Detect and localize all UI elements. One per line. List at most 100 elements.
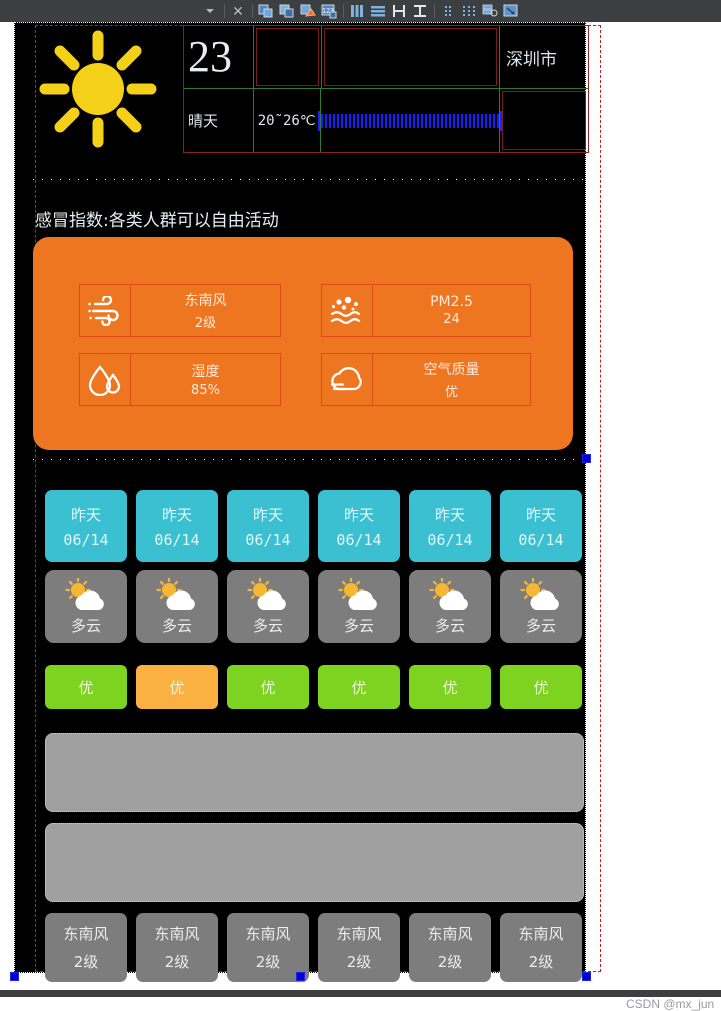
- metric-value-group: 东南风 2级: [131, 284, 281, 337]
- distribute-horizontal-button[interactable]: [389, 1, 410, 21]
- forecast-aqi-cell[interactable]: 优: [500, 665, 582, 709]
- temperature-chart-placeholder-high[interactable]: [45, 733, 584, 812]
- forecast-wind-cell[interactable]: 东南风 2级: [409, 913, 491, 982]
- forecast-wind-cell[interactable]: 东南风 2级: [136, 913, 218, 982]
- metric-air-quality[interactable]: 空气质量 优: [321, 353, 531, 406]
- metric-value: 2级: [194, 316, 217, 331]
- forecast-aqi-cell[interactable]: 优: [318, 665, 400, 709]
- distribute-horizontal-icon: [393, 5, 405, 17]
- forecast-day-row: 昨天 06/14 昨天 06/14 昨天 06/14 昨天 06/14 昨天 06/14 …: [45, 490, 591, 562]
- metric-humidity[interactable]: 湿度 85%: [79, 353, 281, 406]
- forecast-wind-cell[interactable]: 东南风 2级: [318, 913, 400, 982]
- temp-range-cell: 20˜26℃: [254, 89, 322, 152]
- selection-handle-bottom-right[interactable]: [582, 972, 591, 981]
- align-shape-button[interactable]: [298, 1, 319, 21]
- forecast-wind-row: 东南风 2级 东南风 2级 东南风 2级 东南风 2级 东南风 2级 东南风 2级: [45, 913, 591, 982]
- forecast-condition-cell[interactable]: 多云: [45, 570, 127, 643]
- cell-inner-border: [324, 28, 497, 86]
- temperature-chart-placeholder-low[interactable]: [45, 823, 584, 902]
- forecast-aqi-cell[interactable]: 优: [227, 665, 309, 709]
- dropdown-caret-button[interactable]: [200, 1, 221, 21]
- temp-range-text: 20˜26℃: [257, 112, 316, 129]
- distribute-vertical-button[interactable]: [410, 1, 431, 21]
- forecast-condition-cell[interactable]: 多云: [318, 570, 400, 643]
- forecast-day-cell[interactable]: 昨天 06/14: [500, 490, 582, 562]
- condition-card: 多云: [227, 570, 309, 643]
- condition-card: 多云: [500, 570, 582, 643]
- numbering-button[interactable]: 123: [319, 1, 340, 21]
- forecast-condition-cell[interactable]: 多云: [409, 570, 491, 643]
- design-canvas[interactable]: 23 深圳市 晴天 20˜26℃ 感冒指数:各类人群可以自由活动 东南风 2级 …: [0, 22, 721, 1011]
- distribute-vertical-icon: [414, 5, 426, 17]
- close-button[interactable]: ✕: [228, 1, 249, 21]
- wind-direction: 东南风: [63, 925, 109, 943]
- numbering-123-icon: 123: [321, 4, 337, 18]
- wind-card: 东南风 2级: [318, 913, 400, 982]
- wind-direction: 东南风: [336, 925, 382, 943]
- sun-cloud-icon: [65, 577, 104, 610]
- toolbar-divider: [342, 4, 344, 18]
- forecast-aqi-cell[interactable]: 优: [136, 665, 218, 709]
- wind-direction: 东南风: [518, 925, 564, 943]
- day-date: 06/14: [63, 530, 109, 549]
- selection-handle-bottom-center[interactable]: [296, 972, 305, 981]
- sun-cloud-icon: [338, 577, 377, 610]
- metric-value: 85%: [191, 383, 220, 398]
- day-card: 昨天 06/14: [136, 490, 218, 562]
- resize-diagonal-button[interactable]: [501, 1, 522, 21]
- rows-button[interactable]: [368, 1, 389, 21]
- phone-preview-frame[interactable]: 23 深圳市 晴天 20˜26℃ 感冒指数:各类人群可以自由活动 东南风 2级 …: [14, 22, 601, 982]
- selection-handle-right[interactable]: [582, 454, 591, 463]
- aqi-card: 优: [409, 665, 491, 709]
- selection-handle-bottom-left[interactable]: [10, 972, 19, 981]
- forecast-aqi-cell[interactable]: 优: [45, 665, 127, 709]
- condition-label: 多云: [252, 616, 283, 635]
- condition-label: 多云: [343, 616, 374, 635]
- grid-2col-button[interactable]: [438, 1, 459, 21]
- wind-level: 2级: [346, 953, 372, 971]
- align-shape-icon: [300, 4, 316, 17]
- day-card: 昨天 06/14: [409, 490, 491, 562]
- forecast-condition-cell[interactable]: 多云: [500, 570, 582, 643]
- toolbar-divider: [251, 4, 253, 18]
- grid-2col-icon: [445, 6, 451, 16]
- aqi-card: 优: [136, 665, 218, 709]
- group-layers-button[interactable]: [480, 1, 501, 21]
- wind-level: 2级: [164, 953, 190, 971]
- rows-icon: [371, 6, 385, 17]
- flu-index-text: 感冒指数:各类人群可以自由活动: [35, 211, 279, 231]
- columns-button[interactable]: [347, 1, 368, 21]
- aqi-label: 优: [351, 678, 367, 697]
- align-left-button[interactable]: [256, 1, 277, 21]
- aqi-card: 优: [500, 665, 582, 709]
- forecast-day-cell[interactable]: 昨天 06/14: [136, 490, 218, 562]
- forecast-day-cell[interactable]: 昨天 06/14: [318, 490, 400, 562]
- day-card: 昨天 06/14: [45, 490, 127, 562]
- align-right-button[interactable]: [277, 1, 298, 21]
- forecast-wind-cell[interactable]: 东南风 2级: [500, 913, 582, 982]
- temperature-cell: 23: [184, 26, 254, 88]
- metric-wind[interactable]: 东南风 2级: [79, 284, 281, 337]
- cell-inner-border: [502, 91, 586, 150]
- section-divider-bottom: [33, 459, 589, 460]
- wind-level: 2级: [73, 953, 99, 971]
- metric-pm25[interactable]: PM2.5 24: [321, 284, 531, 337]
- forecast-condition-cell[interactable]: 多云: [227, 570, 309, 643]
- condition-label: 多云: [434, 616, 465, 635]
- forecast-aqi-cell[interactable]: 优: [409, 665, 491, 709]
- aqi-label: 优: [260, 678, 276, 697]
- wind-direction: 东南风: [427, 925, 473, 943]
- day-card: 昨天 06/14: [227, 490, 309, 562]
- city-name: 深圳市: [506, 49, 557, 70]
- metrics-grid: 东南风 2级 PM2.5 24 湿度 85% 空气质量 优: [79, 284, 531, 406]
- metric-label: 湿度: [191, 364, 220, 380]
- forecast-condition-cell[interactable]: 多云: [136, 570, 218, 643]
- forecast-day-cell[interactable]: 昨天 06/14: [227, 490, 309, 562]
- forecast-day-cell[interactable]: 昨天 06/14: [409, 490, 491, 562]
- grid-3col-button[interactable]: [459, 1, 480, 21]
- metric-value: 优: [444, 385, 458, 400]
- toolbar-divider: [433, 4, 435, 18]
- forecast-wind-cell[interactable]: 东南风 2级: [45, 913, 127, 982]
- forecast-day-cell[interactable]: 昨天 06/14: [45, 490, 127, 562]
- sun-cloud-icon: [520, 577, 559, 610]
